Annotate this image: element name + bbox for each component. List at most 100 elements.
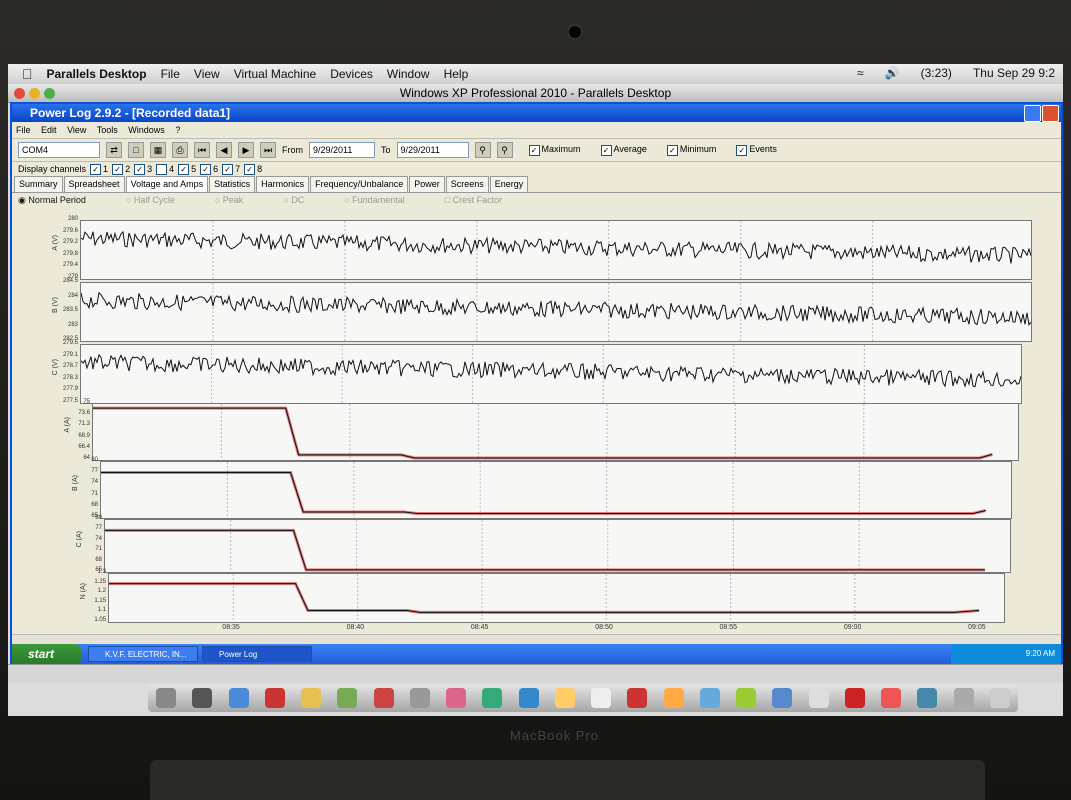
dock-app-icon[interactable] <box>156 688 177 708</box>
display-mode-options: ◉ Normal Period ○ Half Cycle ○ Peak ○ DC… <box>12 193 1061 207</box>
channel-1[interactable]: ✓ 1 <box>90 162 108 176</box>
maximum-checkbox[interactable]: ✓ Maximum <box>528 144 581 156</box>
dock-app-icon[interactable] <box>554 688 575 708</box>
prev-icon[interactable]: ◀ <box>216 142 232 158</box>
task-kvf-electric[interactable]: K.V.F. ELECTRIC, IN... <box>88 646 198 662</box>
mode-dc[interactable]: ○ DC <box>283 193 304 207</box>
last-icon[interactable]: ⏭ <box>260 142 276 158</box>
tab-harmonics[interactable]: Harmonics <box>256 176 310 192</box>
dock-app-icon[interactable] <box>808 688 829 708</box>
dock-app-icon[interactable] <box>301 688 322 708</box>
tab-summary[interactable]: Summary <box>14 176 63 192</box>
open-icon[interactable]: □ <box>128 142 144 158</box>
battery-status[interactable]: (3:23) <box>921 66 952 80</box>
apple-icon[interactable]:  <box>22 66 33 82</box>
channel-4[interactable]: 4 <box>156 162 174 176</box>
menu-view[interactable]: View <box>67 125 86 135</box>
task-power-log[interactable]: Power Log <box>202 646 312 662</box>
minimize-icon[interactable] <box>29 88 40 99</box>
tab-power[interactable]: Power <box>409 176 445 192</box>
dock-app-icon[interactable] <box>409 688 430 708</box>
dock-app-icon[interactable] <box>228 688 249 708</box>
next-icon[interactable]: ▶ <box>238 142 254 158</box>
dock-app-icon[interactable] <box>917 688 938 708</box>
tab-voltage-and-amps[interactable]: Voltage and Amps <box>125 176 209 192</box>
mac-clock[interactable]: Thu Sep 29 9:2 <box>973 66 1055 80</box>
zoom-icon[interactable] <box>44 88 55 99</box>
mode-normal-period[interactable]: ◉ Normal Period <box>18 193 86 207</box>
mode-half-cycle[interactable]: ○ Half Cycle <box>126 193 175 207</box>
mac-menu-view[interactable]: View <box>194 67 220 81</box>
mac-dock <box>148 684 1018 712</box>
wifi-icon[interactable]: ≈ <box>857 66 864 80</box>
save-icon[interactable]: ▦ <box>150 142 166 158</box>
channel-6[interactable]: ✓ 6 <box>200 162 218 176</box>
print-icon[interactable]: ⎙ <box>172 142 188 158</box>
mac-menu-devices[interactable]: Devices <box>330 67 373 81</box>
menu-tools[interactable]: Tools <box>97 125 118 135</box>
tab-statistics[interactable]: Statistics <box>209 176 256 192</box>
dock-app-icon[interactable] <box>953 688 974 708</box>
mac-app-name[interactable]: Parallels Desktop <box>47 67 147 81</box>
to-date-field[interactable]: 9/29/2011 <box>396 142 469 158</box>
mac-menu-help[interactable]: Help <box>444 67 469 81</box>
dock-app-icon[interactable] <box>663 688 684 708</box>
dock-app-icon[interactable] <box>337 688 358 708</box>
plot-panel-7 <box>108 573 1005 623</box>
first-icon[interactable]: ⏮ <box>194 142 210 158</box>
y-tick-label: 284.5 <box>62 278 78 284</box>
dock-app-icon[interactable] <box>591 688 612 708</box>
dock-app-icon[interactable] <box>627 688 648 708</box>
zoom-in-icon[interactable]: ⚲ <box>474 142 491 158</box>
close-icon[interactable] <box>14 88 25 99</box>
channel-5[interactable]: ✓ 5 <box>178 162 196 176</box>
from-date-field[interactable]: 9/29/2011 <box>309 142 375 158</box>
plot-panel-3 <box>80 344 1022 404</box>
y-tick-label: 68 <box>95 556 102 563</box>
port-select[interactable]: COM4 <box>18 142 100 158</box>
menu-help[interactable]: ? <box>175 125 180 135</box>
dock-app-icon[interactable] <box>518 688 539 708</box>
dock-app-icon[interactable] <box>482 688 503 708</box>
events-checkbox[interactable]: ✓ Events <box>736 144 777 156</box>
xp-close-icon[interactable] <box>1042 105 1059 122</box>
minmax-band <box>93 406 993 460</box>
mode-dc-label: DC <box>291 195 305 205</box>
mac-menu-virtual-machine[interactable]: Virtual Machine <box>234 67 317 81</box>
average-checkbox[interactable]: ✓ Average <box>600 144 647 156</box>
dock-app-icon[interactable] <box>772 688 793 708</box>
dock-app-icon[interactable] <box>844 688 865 708</box>
channel-3[interactable]: ✓ 3 <box>134 162 152 176</box>
channel-7[interactable]: ✓ 7 <box>222 162 240 176</box>
crest-factor-checkbox[interactable]: □ Crest Factor <box>445 193 502 207</box>
dock-app-icon[interactable] <box>989 688 1010 708</box>
dock-app-icon[interactable] <box>446 688 467 708</box>
menu-edit[interactable]: Edit <box>41 125 57 135</box>
display-channels: Display channels ✓ 1 ✓ 2 ✓ 3 4 ✓ 5 ✓ 6 ✓ 7 ✓ 8 <box>12 162 1061 176</box>
channel-8[interactable]: ✓ 8 <box>244 162 262 176</box>
menu-windows[interactable]: Windows <box>128 125 165 135</box>
tab-frequency-unbalance[interactable]: Frequency/Unbalance <box>310 176 409 192</box>
channel-2[interactable]: ✓ 2 <box>112 162 130 176</box>
mac-menu-window[interactable]: Window <box>387 67 430 81</box>
minimum-checkbox[interactable]: ✓ Minimum <box>666 144 716 156</box>
menu-file[interactable]: File <box>16 125 31 135</box>
volume-icon[interactable]: 🔊 <box>885 66 900 80</box>
dock-app-icon[interactable] <box>736 688 757 708</box>
dock-app-icon[interactable] <box>373 688 394 708</box>
mode-peak[interactable]: ○ Peak <box>215 193 243 207</box>
start-button[interactable]: start <box>12 644 82 664</box>
dock-app-icon[interactable] <box>881 688 902 708</box>
mode-fundamental[interactable]: ○ Fundamental <box>344 193 404 207</box>
dock-app-icon[interactable] <box>264 688 285 708</box>
tab-energy[interactable]: Energy <box>489 176 529 192</box>
zoom-out-icon[interactable]: ⚲ <box>496 142 513 158</box>
xp-minimize-icon[interactable] <box>1024 105 1041 122</box>
tab-spreadsheet[interactable]: Spreadsheet <box>63 176 125 192</box>
dock-app-icon[interactable] <box>192 688 213 708</box>
tab-screens[interactable]: Screens <box>445 176 489 192</box>
mac-menu-file[interactable]: File <box>161 67 180 81</box>
connect-icon[interactable]: ⇄ <box>106 142 122 158</box>
parallels-status-bar <box>8 664 1063 683</box>
dock-app-icon[interactable] <box>699 688 720 708</box>
